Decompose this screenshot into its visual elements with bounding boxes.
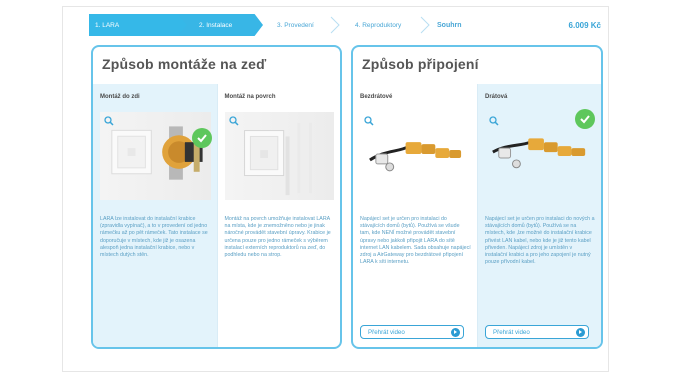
option-description: LARA lze instalovat do instalační krabic… <box>100 216 208 259</box>
mounting-title: Způsob montáže na zeď <box>102 56 267 72</box>
step-provedeni[interactable]: 3. Provedení <box>263 14 341 36</box>
step-instalace[interactable]: 2. Instalace <box>179 14 263 36</box>
progress-steps: 1. LARA 2. Instalace 3. Provedení 4. Rep… <box>89 14 607 36</box>
mounting-card: Způsob montáže na zeď Montáž do zdi LARA… <box>91 45 342 349</box>
wireless-set-illustration <box>369 142 462 172</box>
option-bezdratove[interactable]: Bezdrátové Napájecí set je určen pro ins… <box>353 84 477 347</box>
check-circle-icon <box>191 128 212 148</box>
product-image-wireless-set[interactable] <box>360 112 471 200</box>
option-description: Montáž na povrch umožňuje instalovat LAR… <box>224 216 331 259</box>
connection-card: Způsob připojení Bezdrátové Napájecí set… <box>351 45 603 349</box>
check-circle-icon <box>575 109 595 129</box>
step-lara[interactable]: 1. LARA <box>89 14 179 36</box>
option-title: Bezdrátové <box>360 94 393 100</box>
video-button-label: Přehrát video <box>368 328 405 336</box>
play-video-button[interactable]: Přehrát video <box>485 325 589 339</box>
magnifier-icon[interactable] <box>489 116 499 126</box>
option-description: Napájecí set je určen pro instalaci do n… <box>485 216 595 266</box>
step-reproduktory[interactable]: 4. Reproduktory <box>341 14 431 36</box>
flush-mount-illustration <box>111 126 203 180</box>
chevron-right-icon <box>330 16 340 34</box>
option-description: Napájecí set je určen pro instalaci do s… <box>360 216 471 266</box>
option-title: Montáž na povrch <box>224 94 276 100</box>
option-montaz-na-povrch[interactable]: Montáž na povrch Montáž na povrch umožňu… <box>216 84 341 347</box>
chevron-right-icon <box>420 16 430 34</box>
total-price: 6.009 Kč <box>568 20 601 30</box>
option-title: Montáž do zdi <box>100 94 140 100</box>
step-label: 1. LARA <box>95 21 120 29</box>
magnifier-icon[interactable] <box>364 116 374 126</box>
video-button-label: Přehrát video <box>493 328 530 336</box>
product-image-surface-mount[interactable] <box>224 112 334 200</box>
connection-title: Způsob připojení <box>362 56 479 72</box>
option-montaz-do-zdi[interactable]: Montáž do zdi LARA lze instalovat do ins… <box>93 84 217 347</box>
step-souhrn[interactable]: Souhrn <box>431 14 491 36</box>
step-label: 2. Instalace <box>199 21 233 29</box>
magnifier-icon[interactable] <box>104 116 114 126</box>
product-image-flush-mount[interactable] <box>100 112 211 200</box>
play-circle-icon <box>576 328 585 337</box>
step-label: 4. Reproduktory <box>355 21 402 29</box>
play-video-button[interactable]: Přehrát video <box>360 325 464 339</box>
step-label: 3. Provedení <box>277 21 314 29</box>
surface-mount-illustration <box>243 122 312 196</box>
play-circle-icon <box>451 328 460 337</box>
option-title: Drátová <box>485 94 508 100</box>
option-dratova[interactable]: Drátová Napájecí set je určen pro instal… <box>477 84 601 347</box>
step-label: Souhrn <box>437 21 462 29</box>
magnifier-icon[interactable] <box>228 116 239 126</box>
